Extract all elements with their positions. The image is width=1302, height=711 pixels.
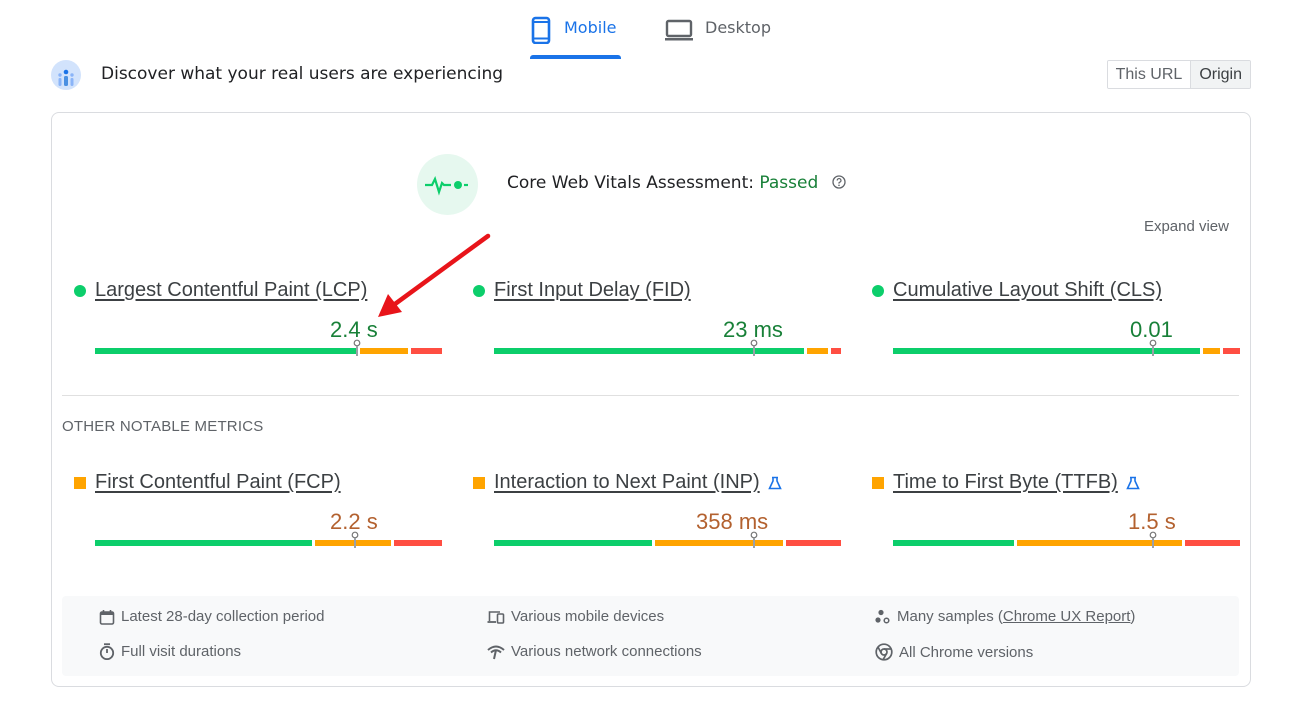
p75-marker [750,339,758,356]
tab-desktop[interactable]: Desktop [665,12,771,58]
metric-cls: Cumulative Layout Shift (CLS) 0.01 [872,279,1240,369]
info-collection-period: Latest 28-day collection period [99,608,324,625]
distribution-bar [494,531,841,548]
info-text: Various mobile devices [511,608,665,625]
tab-mobile-label: Mobile [564,18,617,37]
info-chrome-versions: All Chrome versions [875,643,1033,661]
metric-fid: First Input Delay (FID) 23 ms [473,279,841,369]
info-text: All Chrome versions [899,643,1034,661]
metric-name-link[interactable]: First Input Delay (FID) [494,279,691,302]
info-devices: Various mobile devices [487,608,664,625]
calendar-icon [99,609,115,625]
p75-marker [1149,531,1157,548]
distribution-bar [893,339,1240,356]
info-text: Latest 28-day collection period [121,608,325,625]
average-status-square [473,476,485,489]
info-text: Full visit durations [121,643,242,660]
metric-inp: Interaction to Next Paint (INP) 358 ms [473,471,841,561]
metric-lcp: Largest Contentful Paint (LCP) 2.4 s [74,279,442,369]
this-url-button[interactable]: This URL [1107,61,1192,88]
metric-name-link[interactable]: Interaction to Next Paint (INP) [494,471,760,494]
distribution-bar [494,339,841,356]
field-data-header: Discover what your real users are experi… [51,60,1251,92]
assessment-line: Core Web Vitals Assessment: Passed [507,173,846,193]
expand-view-link[interactable]: Expand view [1144,218,1229,235]
average-status-square [872,476,884,489]
p75-marker [750,531,758,548]
poor-segment [1222,348,1240,354]
info-network: Various network connections [487,643,702,660]
active-tab-indicator [530,55,621,59]
laptop-icon [665,19,693,41]
experimental-flask-icon [767,476,782,489]
assessment-status: Passed [759,173,819,193]
scope-toggle: This URL Origin [1106,60,1251,89]
section-divider [62,395,1239,396]
good-status-dot [74,284,86,297]
samples-icon [875,609,890,624]
info-visit-durations: Full visit durations [99,643,241,660]
needs-improvement-segment [655,540,783,546]
device-tabs: Mobile Desktop [0,0,1302,60]
metric-name-link[interactable]: Cumulative Layout Shift (CLS) [893,279,1162,302]
good-status-dot [473,284,485,297]
p75-marker [353,339,361,356]
info-text: Many samples ( [897,608,1003,625]
origin-button[interactable]: Origin [1191,61,1250,88]
tab-desktop-label: Desktop [705,18,771,37]
info-samples: Many samples (Chrome UX Report) [875,608,1135,625]
poor-segment [393,540,442,546]
data-source-info: Latest 28-day collection period Full vis… [62,596,1239,676]
chrome-ux-report-link[interactable]: Chrome UX Report [1003,608,1131,625]
metric-fcp: First Contentful Paint (FCP) 2.2 s [74,471,442,561]
good-segment [893,540,1014,546]
p75-marker [351,531,359,548]
poor-segment [830,348,841,354]
tab-mobile[interactable]: Mobile [530,12,621,58]
poor-segment [785,540,841,546]
needs-improvement-segment [1202,348,1220,354]
metric-name-link[interactable]: Time to First Byte (TTFB) [893,471,1118,494]
p75-marker [1149,339,1157,356]
other-metrics-heading: OTHER NOTABLE METRICS [62,418,264,435]
users-icon [51,60,81,90]
network-icon [487,645,505,659]
metric-name-link[interactable]: First Contentful Paint (FCP) [95,471,341,494]
heartbeat-icon [425,176,468,196]
needs-improvement-segment [807,348,828,354]
help-icon[interactable] [832,174,846,189]
info-text: Various network connections [511,643,702,660]
distribution-bar [95,531,442,548]
metric-ttfb: Time to First Byte (TTFB) 1.5 s [872,471,1240,561]
assessment-label: Core Web Vitals Assessment: [507,173,754,193]
average-status-square [74,476,86,489]
assessment-icon-circle [417,154,478,215]
poor-segment [1184,540,1240,546]
smartphone-icon [531,16,551,44]
good-status-dot [872,284,884,297]
poor-segment [411,348,442,354]
info-text-suffix: ) [1130,608,1136,625]
section-title: Discover what your real users are experi… [101,64,504,84]
timer-icon [99,643,115,660]
good-segment [95,348,357,354]
distribution-bar [893,531,1240,548]
devices-icon [487,610,505,624]
distribution-bar [95,339,442,356]
good-segment [95,540,312,546]
chrome-icon [875,643,893,661]
metric-name-link[interactable]: Largest Contentful Paint (LCP) [95,279,367,302]
experimental-flask-icon [1126,476,1140,489]
needs-improvement-segment [359,348,408,354]
good-segment [494,540,653,546]
cwv-card: Core Web Vitals Assessment: Passed Expan… [51,112,1251,687]
